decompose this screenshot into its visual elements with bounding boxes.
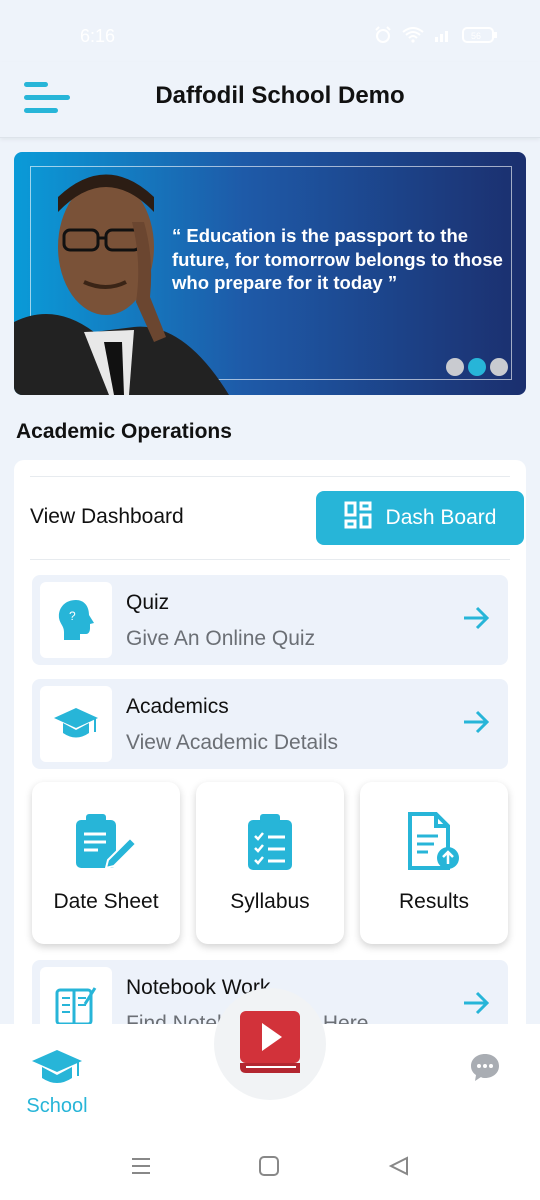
clipboard-edit-icon xyxy=(32,812,180,872)
quote-banner[interactable]: “ Education is the passport to the futur… xyxy=(14,152,526,395)
checklist-icon xyxy=(196,812,344,872)
dashboard-row: View Dashboard Dash Board xyxy=(30,476,524,560)
back-icon[interactable] xyxy=(388,1156,410,1181)
list-item-subtitle: Give An Online Quiz xyxy=(126,627,316,650)
tile-date-sheet[interactable]: Date Sheet xyxy=(32,782,180,944)
list-item-subtitle: View Academic Details xyxy=(126,731,339,754)
carousel-dot[interactable] xyxy=(490,358,508,376)
arrow-right-icon[interactable] xyxy=(462,990,490,1021)
section-title: Academic Operations xyxy=(16,420,232,443)
document-upload-icon xyxy=(360,812,508,872)
video-book-icon xyxy=(238,1009,302,1080)
carousel-indicator[interactable] xyxy=(446,358,508,376)
carousel-dot[interactable] xyxy=(446,358,464,376)
battery-icon: 56 xyxy=(462,26,498,49)
carousel-dot-active[interactable] xyxy=(468,358,486,376)
list-item-quiz[interactable]: ? Quiz Give An Online Quiz xyxy=(32,575,508,665)
chat-icon[interactable] xyxy=(470,1052,500,1087)
status-icons: 56 xyxy=(374,26,498,49)
nav-school-label: School xyxy=(26,1095,88,1117)
bottom-navigation: School xyxy=(0,988,540,1128)
list-item-title: Quiz xyxy=(126,591,170,614)
tile-syllabus[interactable]: Syllabus xyxy=(196,782,344,944)
tile-label: Syllabus xyxy=(230,890,310,913)
page-title: Daffodil School Demo xyxy=(155,82,405,109)
system-navigation-bar xyxy=(0,1128,540,1200)
signal-icon xyxy=(434,28,452,47)
status-bar: 6:16 56 xyxy=(0,0,540,62)
graduation-cap-icon xyxy=(31,1050,83,1092)
banner-quote: “ Education is the passport to the futur… xyxy=(172,225,503,293)
arrow-right-icon[interactable] xyxy=(462,709,490,740)
tile-results[interactable]: Results xyxy=(360,782,508,944)
operations-card: View Dashboard Dash Board ? Quiz Give An… xyxy=(14,460,526,1060)
tile-label: Date Sheet xyxy=(53,890,159,913)
svg-text:?: ? xyxy=(69,609,76,623)
status-time: 6:16 xyxy=(80,26,116,46)
wifi-icon xyxy=(402,27,424,48)
arrow-right-icon[interactable] xyxy=(462,605,490,636)
grid-icon xyxy=(344,501,372,535)
app-bar: Daffodil School Demo xyxy=(0,62,540,138)
head-question-icon: ? xyxy=(40,582,112,658)
alarm-icon xyxy=(374,26,392,49)
recent-apps-icon[interactable] xyxy=(130,1156,152,1181)
video-book-button[interactable] xyxy=(214,988,326,1100)
dashboard-button-label: Dash Board xyxy=(385,506,497,529)
home-icon[interactable] xyxy=(258,1156,280,1181)
dashboard-label: View Dashboard xyxy=(30,505,184,528)
dashboard-button[interactable]: Dash Board xyxy=(316,491,524,545)
list-item-academics[interactable]: Academics View Academic Details xyxy=(32,679,508,769)
battery-level: 56 xyxy=(471,31,481,41)
list-item-title: Academics xyxy=(126,695,229,718)
tile-label: Results xyxy=(398,890,470,913)
nav-school[interactable]: School xyxy=(24,1048,90,1118)
graduation-cap-icon xyxy=(40,686,112,762)
